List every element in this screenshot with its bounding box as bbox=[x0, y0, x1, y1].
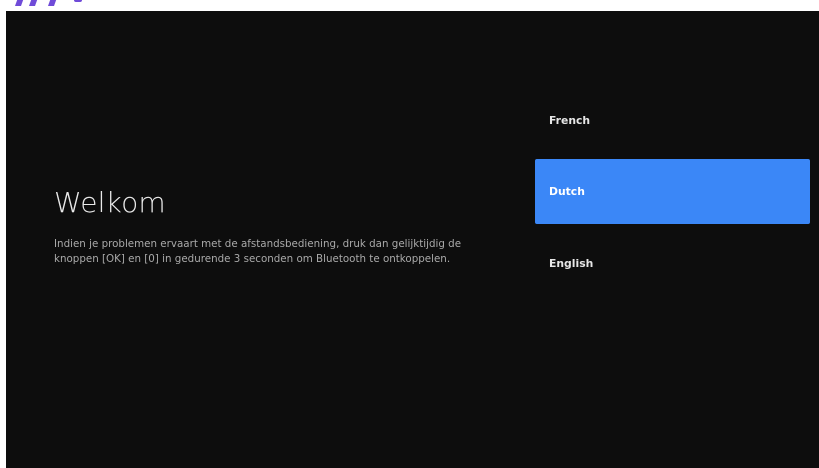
language-label: Dutch bbox=[549, 185, 585, 198]
language-option-dutch[interactable]: Dutch bbox=[535, 159, 810, 224]
partially-cropped-logo-icon bbox=[10, 0, 100, 10]
language-label: English bbox=[549, 257, 594, 270]
language-option-english[interactable]: English bbox=[535, 231, 810, 296]
logo-fragment-svg bbox=[15, 0, 82, 6]
language-list: French Dutch English bbox=[535, 88, 810, 308]
tv-screen: Welkom Indien je problemen ervaart met d… bbox=[6, 11, 819, 468]
welcome-title: Welkom bbox=[54, 185, 166, 219]
language-option-french[interactable]: French bbox=[535, 88, 810, 153]
remote-help-message: Indien je problemen ervaart met de afsta… bbox=[54, 238, 462, 266]
language-label: French bbox=[549, 114, 591, 127]
